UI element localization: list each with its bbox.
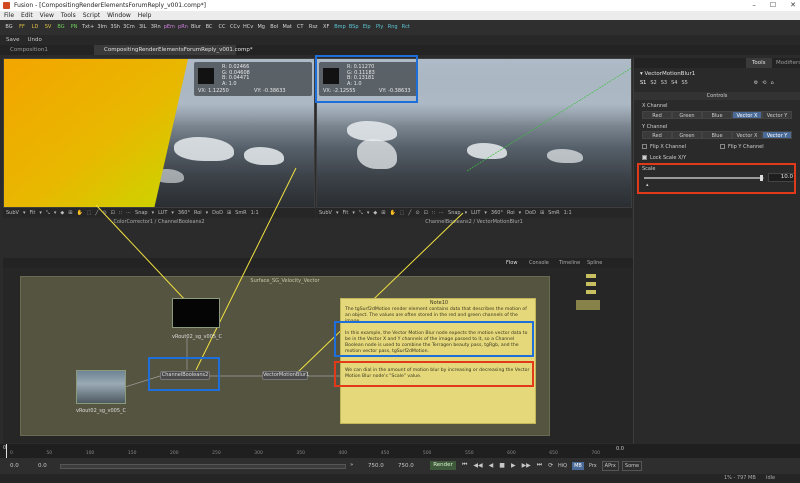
ruler-end: 0.0 [616, 446, 624, 452]
range-slider[interactable] [60, 464, 346, 469]
tick-label: 150 [127, 451, 137, 456]
loader-label-top: vRout02_sg_v005_C [172, 334, 223, 340]
tick-label: 550 [464, 451, 474, 456]
mb-toggle[interactable]: MB [572, 462, 584, 470]
tick-label: 250 [212, 451, 221, 456]
tick-label: 50 [46, 451, 53, 456]
tick-label: 600 [507, 451, 516, 456]
play-reverse-button[interactable]: ◀ [489, 462, 494, 469]
node-navigator[interactable] [572, 272, 600, 312]
playback-controls: ⏮ ◀◀ ◀ ■ ▶ ▶▶ ⏭ ⟳ [462, 461, 553, 469]
rewind-button[interactable]: ◀◀ [473, 462, 482, 469]
memory-usage: 1% - 797 MB [724, 475, 756, 481]
quality-toggles: HiQ MB Prx APrx Some [556, 461, 643, 471]
loader-thumbnail-bottom[interactable] [76, 370, 126, 404]
tick-label: 450 [380, 451, 390, 456]
some-toggle[interactable]: Some [621, 461, 643, 471]
tick-label: 0 [10, 451, 13, 456]
tick-label: 300 [254, 451, 263, 456]
global-start-field[interactable]: 0.0 [10, 463, 19, 469]
go-to-end-button[interactable]: ⏭ [537, 461, 542, 469]
loader-thumbnail-top[interactable] [172, 298, 220, 328]
ruler-ticks: 0 50 100 150 200 250 300 350 400 450 500… [10, 451, 600, 456]
hiq-toggle[interactable]: HiQ [556, 462, 569, 470]
loader-label-bottom: vRout02_sg_v005_C [76, 408, 127, 414]
range-end-button[interactable]: » [350, 462, 353, 468]
note-title: Note10 [429, 300, 449, 306]
tick-label: 100 [85, 451, 95, 456]
stop-button[interactable]: ■ [499, 462, 505, 469]
tick-label: 200 [169, 451, 179, 456]
tick-label: 500 [422, 451, 432, 456]
playhead[interactable] [6, 444, 7, 458]
annotation-box-readout [315, 55, 418, 103]
annotation-box-note-p2 [334, 321, 534, 357]
aprx-toggle[interactable]: APrx [601, 461, 619, 471]
tick-label: 650 [549, 451, 558, 456]
transport-bar: 0.0 0.0 » 750.0 750.0 Render ⏮ ◀◀ ◀ ■ ▶ … [0, 458, 800, 474]
status-bar: 1% - 797 MB Idle [0, 474, 800, 483]
tick-label: 350 [296, 451, 305, 456]
fast-forward-button[interactable]: ▶▶ [522, 462, 531, 469]
render-start-field[interactable]: 0.0 [38, 463, 47, 469]
vector-motion-blur-node[interactable]: VectorMotionBlur1 [262, 371, 309, 380]
tick-label: 700 [591, 451, 600, 456]
annotation-box-scale [637, 163, 796, 194]
time-ruler[interactable]: 0 0.0 0 50 100 150 200 250 300 350 400 4… [0, 444, 800, 458]
render-end-field[interactable]: 750.0 [368, 463, 384, 469]
prx-toggle[interactable]: Prx [587, 462, 599, 470]
annotation-box-note-p3 [334, 361, 534, 387]
tick-label: 400 [338, 451, 348, 456]
render-button[interactable]: Render [430, 461, 456, 470]
status-state: Idle [766, 475, 776, 481]
global-end-field[interactable]: 750.0 [398, 463, 414, 469]
annotation-box-channelbooleans [148, 357, 220, 391]
go-to-start-button[interactable]: ⏮ [462, 461, 467, 469]
play-button[interactable]: ▶ [511, 462, 516, 469]
loop-button[interactable]: ⟳ [548, 462, 553, 469]
